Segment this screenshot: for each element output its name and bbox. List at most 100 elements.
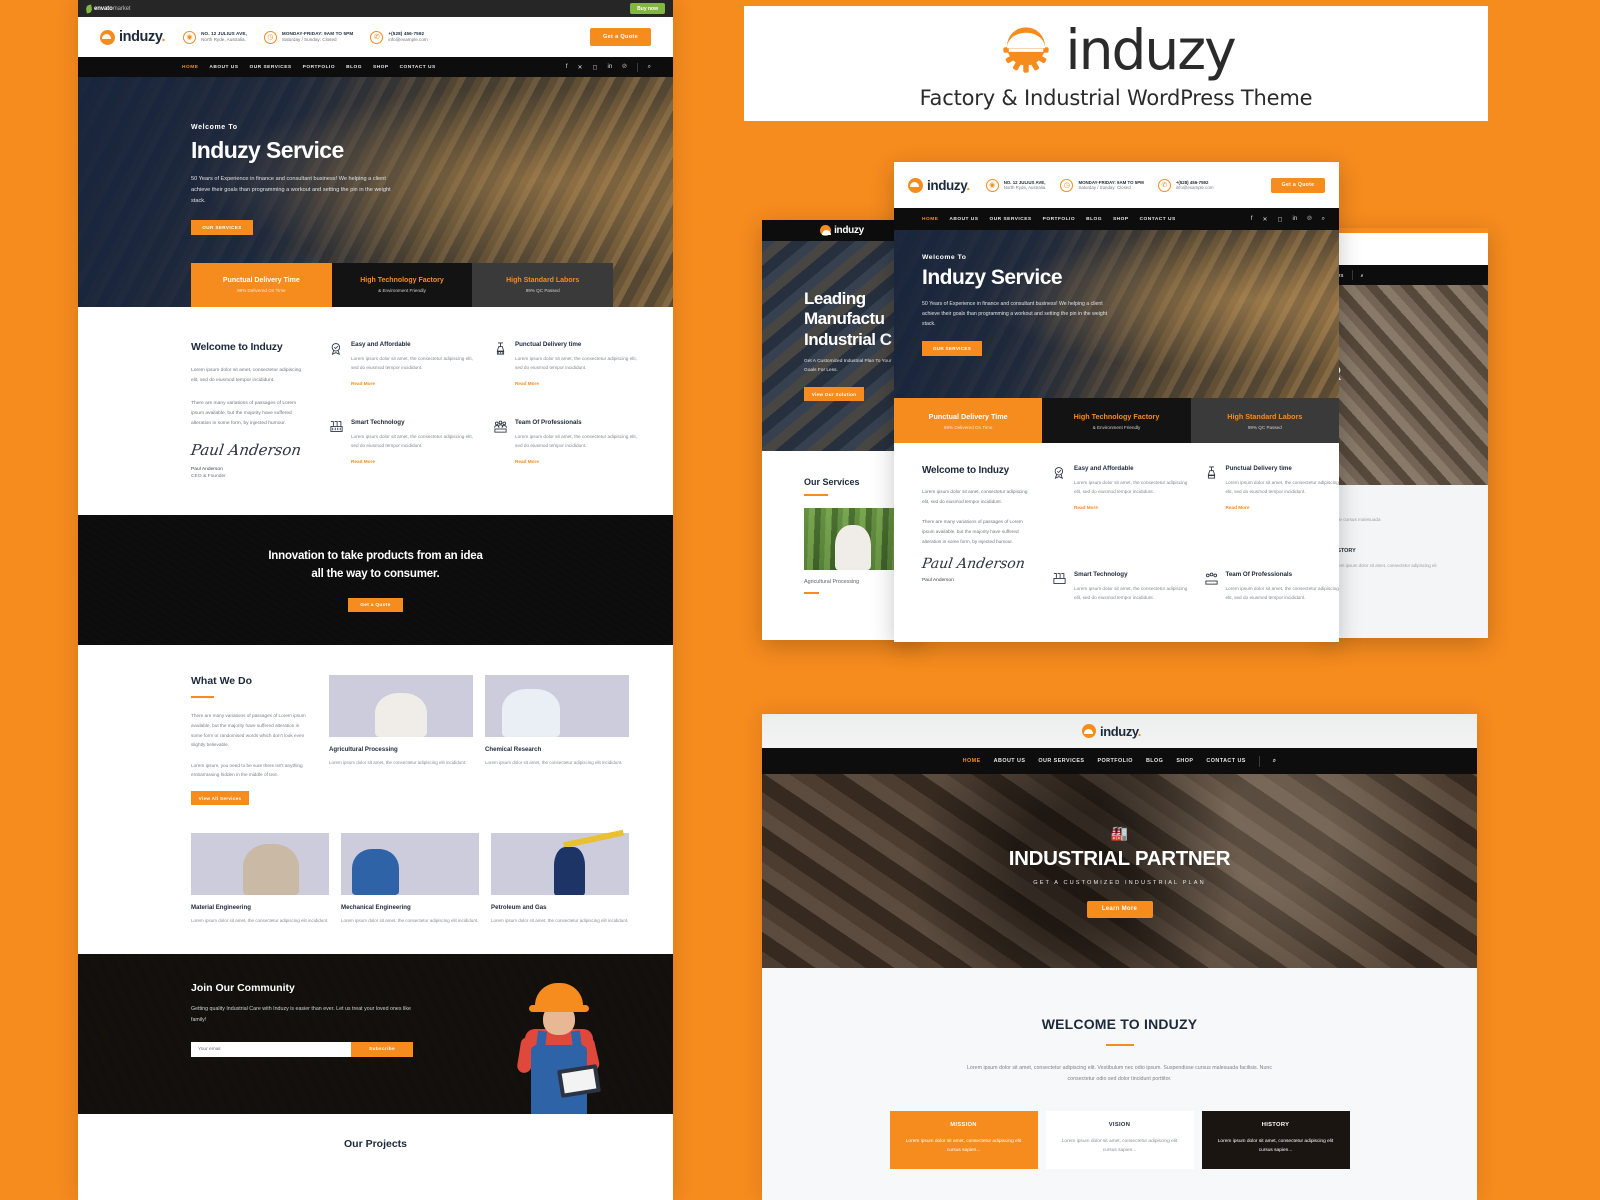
service-card-chemical-research[interactable]: Chemical Research Lorem ipsum dolor sit … (485, 675, 629, 768)
search-icon[interactable]: ⌕ (648, 64, 651, 71)
nav-item-shop[interactable]: SHOP (1113, 217, 1129, 222)
linkedin-icon[interactable]: in (1293, 216, 1298, 222)
read-more-link[interactable]: Read More (515, 459, 539, 464)
mission-card[interactable]: MISSION Lorem ipsum dolor sit amet, cons… (889, 1110, 1038, 1169)
envato-market-bar: envatomarket Buy now (78, 0, 673, 17)
nav-item-blog[interactable]: BLOG (1086, 217, 1102, 222)
nav-item-home[interactable]: HOME (963, 758, 981, 764)
feature-item-text: Lorem ipsum dolor sit amet, the consecte… (515, 356, 637, 371)
get-a-quote-button[interactable]: Get a Quote (589, 28, 651, 46)
facebook-icon[interactable]: f (1251, 216, 1253, 222)
nav-item-our-services[interactable]: OUR SERVICES (249, 65, 291, 70)
search-icon[interactable]: ⌕ (1273, 758, 1276, 765)
feature-item-title: Smart Technology (1074, 570, 1128, 578)
nav-item-about-us[interactable]: ABOUT US (994, 758, 1026, 764)
feature-subtitle: & Environment Friendly (378, 288, 426, 293)
nav-links: HOME ABOUT US OUR SERVICES PORTFOLIO BLO… (922, 217, 1176, 222)
nav-item-about-us[interactable]: ABOUT US (209, 65, 238, 70)
induzy-gear-icon (1081, 724, 1096, 738)
read-more-link[interactable]: Read More (1074, 505, 1098, 510)
nav-item-blog[interactable]: BLOG (1146, 758, 1163, 764)
nav-item-home[interactable]: HOME (922, 217, 938, 222)
nav-item-contact-us[interactable]: CONTACT US (400, 65, 436, 70)
feature-card-punctual-delivery[interactable]: Punctual Delivery Time 99% Delivered On … (894, 398, 1043, 443)
feature-title: High Technology Factory (360, 277, 444, 284)
site-logo[interactable]: induzy. (1081, 724, 1141, 739)
hero-eyebrow: Welcome To (191, 124, 238, 131)
site-logo[interactable]: induzy. (908, 177, 970, 193)
nav-item-blog[interactable]: BLOG (346, 65, 362, 70)
what-we-do-section: What We Do There are many variations of … (78, 645, 673, 834)
homepage-full-screenshot: envatomarket Buy now induzy. ◉ NO. 12 JU… (78, 0, 673, 1200)
site-logo[interactable]: induzy. (100, 29, 165, 45)
read-more-link[interactable]: Read More (351, 459, 375, 464)
pinterest-icon[interactable]: ℗ (622, 64, 626, 70)
welcome-paragraph-2: There are many variations of passages of… (191, 401, 297, 427)
hero-description: 50 Years of Experience in finance and co… (191, 176, 391, 204)
nav-item-portfolio[interactable]: PORTFOLIO (1043, 217, 1075, 222)
instagram-icon[interactable]: ◻ (1278, 216, 1283, 223)
mockup-right-sub: Lorem ipsum dolor sit amet, consectetur … (1332, 563, 1437, 568)
hero-our-services-button[interactable]: OUR SERVICES (191, 219, 253, 235)
nav-item-contact-us[interactable]: CONTACT US (1206, 758, 1245, 764)
read-more-link[interactable]: Read More (351, 381, 375, 386)
bottom-logo-bar: induzy. (762, 714, 1477, 748)
feature-card-high-standard-labors[interactable]: High Standard Labors 99% QC Passed (1190, 398, 1339, 443)
service-text: Lorem ipsum dolor sit amet, the consecte… (485, 760, 623, 766)
nav-item-our-services[interactable]: OUR SERVICES (1038, 758, 1084, 764)
signer-name: Paul Anderson (191, 467, 223, 473)
nav-item-shop[interactable]: SHOP (1176, 758, 1193, 764)
subscribe-button[interactable]: Subscribe (351, 1042, 413, 1058)
address-line2: North Ryde, Australia. (1003, 185, 1047, 190)
x-icon[interactable]: ✕ (578, 64, 583, 71)
hero-title: Induzy Service (922, 266, 1063, 289)
service-card-petroleum-and-gas[interactable]: Petroleum and Gas Lorem ipsum dolor sit … (491, 833, 629, 926)
feature-item-punctual-delivery: Punctual Delivery time Lorem ipsum dolor… (493, 341, 639, 401)
search-icon[interactable]: ⌕ (1322, 216, 1325, 223)
learn-more-button[interactable]: Learn More (1086, 900, 1153, 918)
feature-card-high-standard-labors[interactable]: High Standard Labors 99% QC Passed (472, 263, 614, 307)
caption-underline (804, 592, 819, 594)
mockup-left-hero-button[interactable]: View Our Solution (804, 387, 864, 402)
pinterest-icon[interactable]: ℗ (1307, 216, 1311, 222)
x-icon[interactable]: ✕ (1263, 216, 1268, 223)
service-card-agricultural-processing[interactable]: Agricultural Processing Lorem ipsum dolo… (329, 675, 473, 768)
service-card-mechanical-engineering[interactable]: Mechanical Engineering Lorem ipsum dolor… (341, 833, 479, 926)
buy-now-button[interactable]: Buy now (630, 3, 665, 14)
facebook-icon[interactable]: f (566, 64, 568, 70)
email-input[interactable] (191, 1042, 351, 1058)
nav-item-home[interactable]: HOME (182, 65, 198, 70)
nav-item-shop[interactable]: SHOP (373, 65, 389, 70)
vision-card[interactable]: VISION Lorem ipsum dolor sit amet, conse… (1045, 1110, 1194, 1169)
feature-card-high-technology[interactable]: High Technology Factory & Environment Fr… (1042, 398, 1191, 443)
innovation-get-a-quote-button[interactable]: Get a Quote (348, 598, 403, 613)
read-more-link[interactable]: Read More (515, 381, 539, 386)
service-card-material-engineering[interactable]: Material Engineering Lorem ipsum dolor s… (191, 833, 329, 926)
mockup-right-body: dose cursus malesuada HISTORY Lorem ipsu… (1324, 485, 1488, 638)
get-a-quote-button[interactable]: Get a Quote (1271, 177, 1325, 193)
search-icon[interactable]: ⌕ (1361, 273, 1364, 278)
feature-subtitle: & Environment Friendly (1092, 424, 1141, 430)
nav-item-portfolio[interactable]: PORTFOLIO (303, 65, 335, 70)
linkedin-icon[interactable]: in (608, 64, 613, 70)
view-all-services-button[interactable]: View All Services (191, 791, 249, 806)
poster-canvas: envatomarket Buy now induzy. ◉ NO. 12 JU… (0, 0, 1600, 1200)
delivery-clock-icon (1204, 465, 1219, 480)
nav-item-our-services[interactable]: OUR SERVICES (989, 217, 1031, 222)
divider (1351, 270, 1353, 280)
nav-item-portfolio[interactable]: PORTFOLIO (1097, 758, 1133, 764)
service-thumbnail (329, 675, 473, 738)
nav-item-about-us[interactable]: ABOUT US (949, 217, 978, 222)
feature-card-punctual-delivery[interactable]: Punctual Delivery Time 99% Delivered On … (191, 263, 332, 307)
feature-subtitle: 99% Delivered On Time (237, 288, 286, 293)
feature-item-text: Lorem ipsum dolor sit amet, the consecte… (1225, 585, 1339, 600)
hero-our-services-button[interactable]: OUR SERVICES (922, 341, 982, 356)
history-card[interactable]: HISTORY Lorem ipsum dolor sit amet, cons… (1201, 1110, 1350, 1169)
read-more-link[interactable]: Read More (1226, 505, 1250, 510)
email-address: info@example.com (388, 37, 428, 42)
instagram-icon[interactable]: ◻ (593, 64, 598, 71)
hours-line2: Saturday / Sunday: Closed (281, 37, 337, 42)
nav-item-contact-us[interactable]: CONTACT US (1140, 217, 1176, 222)
feature-item-title: Punctual Delivery time (1225, 465, 1292, 472)
feature-card-high-technology[interactable]: High Technology Factory & Environment Fr… (331, 263, 473, 307)
